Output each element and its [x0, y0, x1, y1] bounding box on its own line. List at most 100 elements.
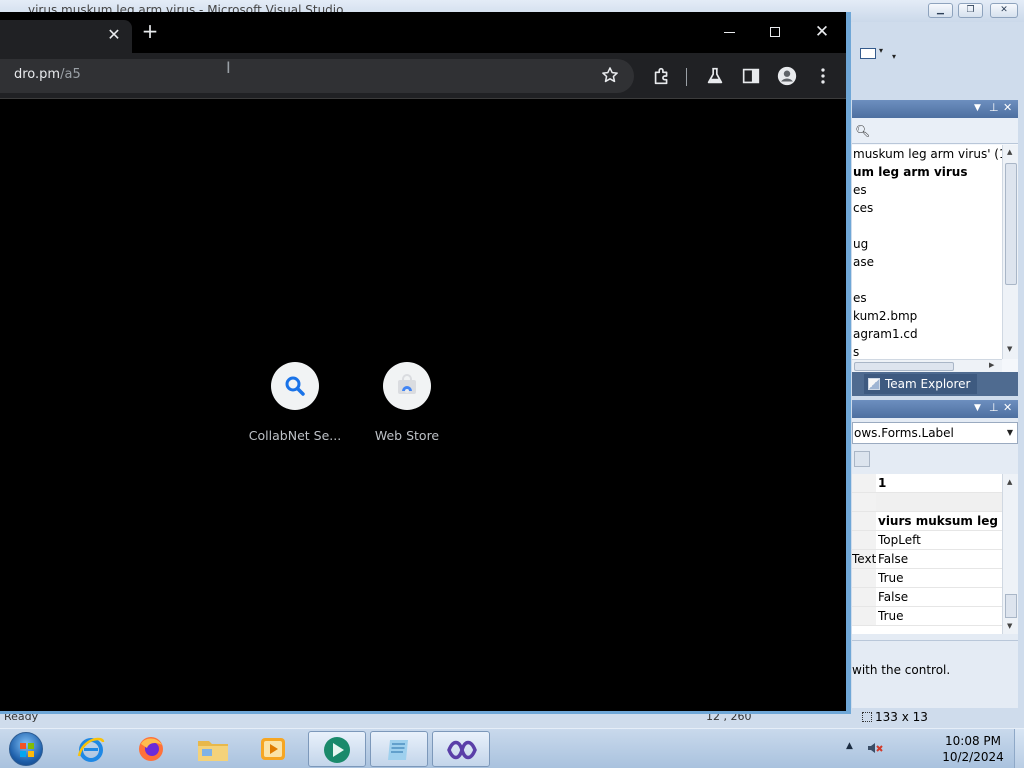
properties-vertical-scrollbar[interactable]: ▲ ▼: [1002, 474, 1018, 634]
tab-close-icon[interactable]: ✕: [105, 26, 123, 44]
tree-item[interactable]: es: [852, 289, 1002, 307]
tree-item[interactable]: [852, 217, 1002, 235]
minimize-icon: [724, 32, 735, 33]
scroll-down-icon[interactable]: ▼: [1007, 622, 1012, 630]
solution-tree[interactable]: muskum leg arm virus' (1 pr um leg arm v…: [852, 145, 1002, 359]
tree-item[interactable]: kum2.bmp: [852, 307, 1002, 325]
property-row[interactable]: [852, 493, 1002, 512]
status-size-text: 133 x 13: [875, 710, 928, 724]
property-row[interactable]: True: [852, 607, 1002, 626]
solution-explorer-toolbar: 🔍︎: [852, 118, 1018, 144]
property-description: with the control.: [852, 640, 1018, 700]
scrollbar-thumb[interactable]: [1005, 163, 1017, 285]
property-row[interactable]: True: [852, 569, 1002, 588]
chevron-down-icon[interactable]: ▾: [879, 46, 883, 55]
window-maximize-button[interactable]: [761, 20, 791, 44]
window-minimize-button[interactable]: [715, 20, 745, 44]
taskbar-app-green[interactable]: [308, 731, 366, 767]
taskbar-media-player[interactable]: [244, 731, 302, 767]
property-value[interactable]: TopLeft: [878, 531, 1002, 550]
shortcut-web-store[interactable]: Web Store: [352, 362, 462, 452]
tree-item[interactable]: agram1.cd: [852, 325, 1002, 343]
taskbar: ▲ 10:08 PM 10/2/2024: [0, 728, 1024, 768]
profile-avatar-icon[interactable]: [776, 65, 798, 87]
overflow-chevron-icon[interactable]: ▾: [892, 52, 896, 61]
tab-label: Team Explorer: [885, 377, 971, 391]
property-value[interactable]: viurs muksum leg arm: [878, 512, 1002, 531]
scroll-right-icon[interactable]: ▶: [989, 361, 994, 369]
property-name: TextI: [852, 550, 876, 568]
tree-item[interactable]: ase: [852, 253, 1002, 271]
show-desktop-button[interactable]: [1014, 729, 1024, 768]
panel-tab-strip: Team Explorer: [852, 372, 1018, 396]
pin-icon[interactable]: ⊥: [989, 401, 999, 414]
properties-object-select[interactable]: ows.Forms.Label ▼: [852, 422, 1018, 444]
media-player-icon: [261, 738, 285, 760]
taskbar-internet-explorer[interactable]: [62, 731, 120, 767]
vs-close-button[interactable]: ✕: [990, 3, 1018, 18]
tree-item-project[interactable]: um leg arm virus: [852, 163, 1002, 181]
browser-tab[interactable]: ✕: [0, 20, 132, 53]
close-icon[interactable]: ✕: [1003, 401, 1012, 414]
labs-flask-icon[interactable]: [704, 65, 726, 87]
property-name: [852, 588, 876, 606]
toolbar-divider: [686, 68, 687, 86]
taskbar-visual-studio[interactable]: [432, 731, 490, 767]
shortcut-collabnet[interactable]: CollabNet Se...: [240, 362, 350, 452]
tree-item[interactable]: muskum leg arm virus' (1 pr: [852, 145, 1002, 163]
solution-vertical-scrollbar[interactable]: ▲ ▼: [1002, 145, 1018, 359]
url-text[interactable]: dro.pm/a5: [14, 67, 81, 82]
property-pages-icon[interactable]: [854, 451, 870, 467]
property-value[interactable]: True: [878, 569, 1002, 588]
address-bar[interactable]: dro.pm/a5: [0, 59, 634, 93]
properties-panel: ows.Forms.Label ▼ 1 viurs muksum leg arm: [852, 418, 1018, 708]
shortcut-tile[interactable]: [383, 362, 431, 410]
property-grid[interactable]: 1 viurs muksum leg arm TopLeft TextI Fal…: [852, 474, 1002, 634]
window-close-button[interactable]: ✕: [807, 20, 837, 44]
show-hidden-icons-icon[interactable]: ▲: [846, 741, 853, 751]
chevron-down-icon[interactable]: ▼: [1007, 423, 1013, 443]
tree-item[interactable]: s: [852, 343, 1002, 359]
close-icon[interactable]: ✕: [1003, 101, 1012, 114]
scrollbar-thumb[interactable]: [1005, 594, 1017, 618]
scroll-up-icon[interactable]: ▲: [1007, 478, 1012, 486]
scroll-up-icon[interactable]: ▲: [1007, 148, 1012, 156]
property-row[interactable]: TopLeft: [852, 531, 1002, 550]
scrollbar-thumb[interactable]: [854, 362, 954, 371]
tree-item[interactable]: [852, 271, 1002, 289]
magnifier-icon[interactable]: 🔍︎: [855, 124, 870, 138]
side-panel-icon[interactable]: [740, 65, 762, 87]
property-row[interactable]: 1: [852, 474, 1002, 493]
tree-item[interactable]: ug: [852, 235, 1002, 253]
menu-kebab-icon[interactable]: [812, 65, 834, 87]
vs-restore-button[interactable]: ❐: [958, 3, 983, 18]
properties-object-name: ows.Forms.Label: [854, 426, 954, 440]
shortcut-tile[interactable]: [271, 362, 319, 410]
property-value[interactable]: False: [878, 550, 1002, 569]
bookmark-star-icon[interactable]: [600, 65, 620, 85]
taskbar-notepad-app[interactable]: [370, 731, 428, 767]
extensions-icon[interactable]: [651, 65, 673, 87]
panel-dropdown-icon[interactable]: ▼: [974, 403, 981, 413]
pin-icon[interactable]: ⊥: [989, 101, 999, 114]
vs-toolbar-window-icon[interactable]: [860, 48, 876, 59]
taskbar-firefox[interactable]: [122, 731, 180, 767]
tab-team-explorer[interactable]: Team Explorer: [864, 374, 977, 394]
property-row[interactable]: False: [852, 588, 1002, 607]
property-value[interactable]: True: [878, 607, 1002, 626]
start-button[interactable]: [6, 731, 46, 767]
property-value[interactable]: 1: [878, 474, 1002, 493]
tree-item[interactable]: es: [852, 181, 1002, 199]
new-tab-button[interactable]: +: [138, 20, 162, 44]
volume-muted-icon[interactable]: [866, 739, 884, 757]
scroll-down-icon[interactable]: ▼: [1007, 345, 1012, 353]
panel-dropdown-icon[interactable]: ▼: [974, 103, 981, 113]
vs-minimize-button[interactable]: ▁: [928, 3, 953, 18]
property-row[interactable]: viurs muksum leg arm: [852, 512, 1002, 531]
property-value[interactable]: False: [878, 588, 1002, 607]
property-row[interactable]: TextI False: [852, 550, 1002, 569]
system-clock[interactable]: 10:08 PM 10/2/2024: [940, 733, 1006, 765]
taskbar-file-explorer[interactable]: [184, 731, 242, 767]
tree-item[interactable]: ces: [852, 199, 1002, 217]
solution-horizontal-scrollbar[interactable]: ▶: [852, 359, 1002, 372]
